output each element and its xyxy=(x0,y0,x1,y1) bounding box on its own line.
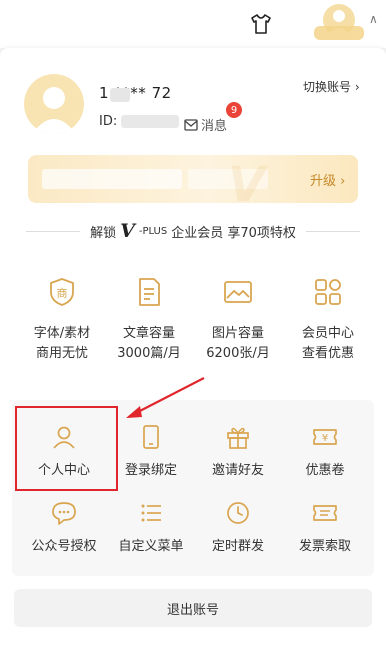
tool-label: 优惠卷 xyxy=(305,463,345,478)
benefit-item[interactable]: 文章容量 3000篇/月 xyxy=(104,276,194,364)
account-panel: 1 **** 72 ID: 消息 9 切换账号 › V 升级 › 解锁 V -PL… xyxy=(0,48,386,645)
svg-text:商: 商 xyxy=(57,286,68,300)
switch-account-link[interactable]: 切换账号 › xyxy=(303,78,360,95)
unlock-banner: 解锁 V -PLUS 企业会员 享70项特权 xyxy=(0,220,386,242)
chevron-up-icon[interactable]: ∧ xyxy=(369,12,378,26)
mail-icon xyxy=(184,118,198,131)
tool-label: 登录绑定 xyxy=(124,463,177,478)
tool-official-account-auth[interactable]: 公众号授权 xyxy=(19,500,109,556)
id-masked-value xyxy=(121,115,180,128)
document-icon xyxy=(133,276,165,308)
benefit-title: 会员中心 xyxy=(301,326,354,341)
benefit-title: 文章容量 xyxy=(122,326,175,341)
chat-bubble-icon xyxy=(51,500,77,526)
image-icon xyxy=(222,276,254,308)
logout-button[interactable]: 退出账号 xyxy=(14,589,372,627)
tool-label: 公众号授权 xyxy=(31,539,97,554)
divider xyxy=(305,230,360,232)
annotation-arrow-icon xyxy=(120,376,210,421)
upgrade-button[interactable]: 升级 › xyxy=(310,170,345,189)
benefit-item[interactable]: 会员中心 查看优惠 xyxy=(283,276,373,364)
grid-apps-icon xyxy=(312,276,344,308)
messages-label: 消息 xyxy=(201,119,228,134)
benefit-list: 商 字体/素材 商用无忧 文章容量 3000篇/月 图片容量 6200张/月 会… xyxy=(0,276,386,376)
plus-label: -PLUS xyxy=(138,225,168,237)
benefit-subtitle: 3000篇/月 xyxy=(117,346,181,361)
vip-upgrade-card[interactable]: V 升级 › xyxy=(28,155,358,203)
user-avatar-icon[interactable] xyxy=(314,4,364,40)
unlock-prefix: 解锁 xyxy=(90,225,117,241)
benefit-title: 图片容量 xyxy=(211,326,264,341)
v-watermark-icon: V xyxy=(228,157,266,203)
messages-link[interactable]: 消息 xyxy=(184,115,227,134)
tool-label: 自定义菜单 xyxy=(118,539,184,554)
benefit-item[interactable]: 商 字体/素材 商用无忧 xyxy=(17,276,107,364)
masked-area xyxy=(42,169,182,189)
masked-area xyxy=(110,88,130,102)
tool-invoice-request[interactable]: 发票索取 xyxy=(280,500,370,556)
top-bar: ∧ xyxy=(0,0,386,48)
divider xyxy=(26,230,81,232)
ticket-icon xyxy=(312,500,338,526)
tool-scheduled-broadcast[interactable]: 定时群发 xyxy=(193,500,283,556)
tool-label: 定时群发 xyxy=(211,539,264,554)
shield-shang-icon: 商 xyxy=(46,276,78,308)
message-count-badge: 9 xyxy=(226,102,242,118)
unlock-suffix: 企业会员 享70项特权 xyxy=(171,225,296,241)
benefit-item[interactable]: 图片容量 6200张/月 xyxy=(193,276,283,364)
vplus-logo: V xyxy=(120,220,135,242)
tool-invite-friends[interactable]: 邀请好友 xyxy=(193,424,283,480)
tool-label: 发票索取 xyxy=(298,539,351,554)
tool-coupons[interactable]: ¥ 优惠卷 xyxy=(280,424,370,480)
phone-icon xyxy=(138,424,164,450)
coupon-icon: ¥ xyxy=(312,424,338,450)
benefit-subtitle: 6200张/月 xyxy=(206,346,270,361)
user-id: ID: xyxy=(99,114,180,129)
id-label: ID: xyxy=(99,114,118,129)
tool-custom-menu[interactable]: 自定义菜单 xyxy=(106,500,196,556)
list-menu-icon xyxy=(138,500,164,526)
highlight-box xyxy=(15,406,118,491)
gift-icon xyxy=(225,424,251,450)
tool-login-binding[interactable]: 登录绑定 xyxy=(106,424,196,480)
tshirt-icon[interactable] xyxy=(249,12,273,36)
benefit-subtitle: 商用无忧 xyxy=(35,346,88,361)
tool-label: 邀请好友 xyxy=(211,463,264,478)
svg-text:¥: ¥ xyxy=(322,433,328,444)
benefit-subtitle: 查看优惠 xyxy=(301,346,354,361)
clock-icon xyxy=(225,500,251,526)
benefit-title: 字体/素材 xyxy=(33,326,91,341)
avatar xyxy=(24,74,84,134)
